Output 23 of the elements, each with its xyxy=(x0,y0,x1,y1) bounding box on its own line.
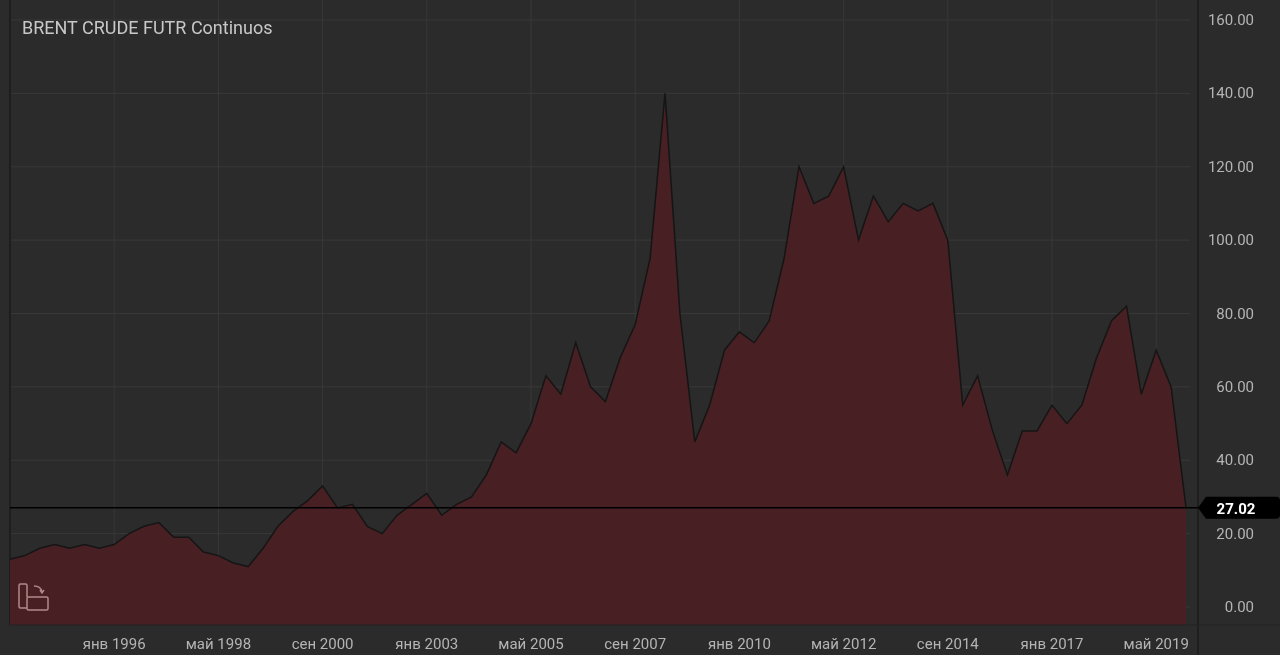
x-axis-label: май 2005 xyxy=(498,635,564,653)
x-axis-label: май 2012 xyxy=(810,635,877,653)
y-axis-label: 0.00 xyxy=(1224,598,1254,616)
y-axis-label: 140.00 xyxy=(1207,84,1254,103)
x-axis-label: янв 2017 xyxy=(1020,635,1084,653)
y-axis-label: 60.00 xyxy=(1216,377,1254,396)
y-axis-label: 80.00 xyxy=(1216,304,1254,323)
chart-title: BRENT CRUDE FUTR Continuos xyxy=(22,17,273,38)
x-axis-label: янв 2010 xyxy=(707,635,771,653)
y-axis-label: 40.00 xyxy=(1216,451,1254,470)
y-axis-label: 160.00 xyxy=(1207,11,1254,29)
ref-line-label: 27.02 xyxy=(1216,499,1256,518)
y-axis-label: 120.00 xyxy=(1207,157,1254,176)
x-axis-label: сен 2014 xyxy=(916,635,979,653)
x-axis-label: сен 2007 xyxy=(604,635,667,653)
x-axis-label: янв 1996 xyxy=(82,635,146,653)
y-axis-label: 100.00 xyxy=(1207,231,1254,250)
x-axis-label: май 1998 xyxy=(185,635,252,653)
rotate-screen-icon[interactable] xyxy=(18,583,49,611)
x-axis-label: сен 2000 xyxy=(291,635,354,653)
x-axis-label: май 2019 xyxy=(1123,635,1189,653)
x-axis-label: янв 2003 xyxy=(395,635,459,653)
y-axis-label: 20.00 xyxy=(1216,524,1254,543)
